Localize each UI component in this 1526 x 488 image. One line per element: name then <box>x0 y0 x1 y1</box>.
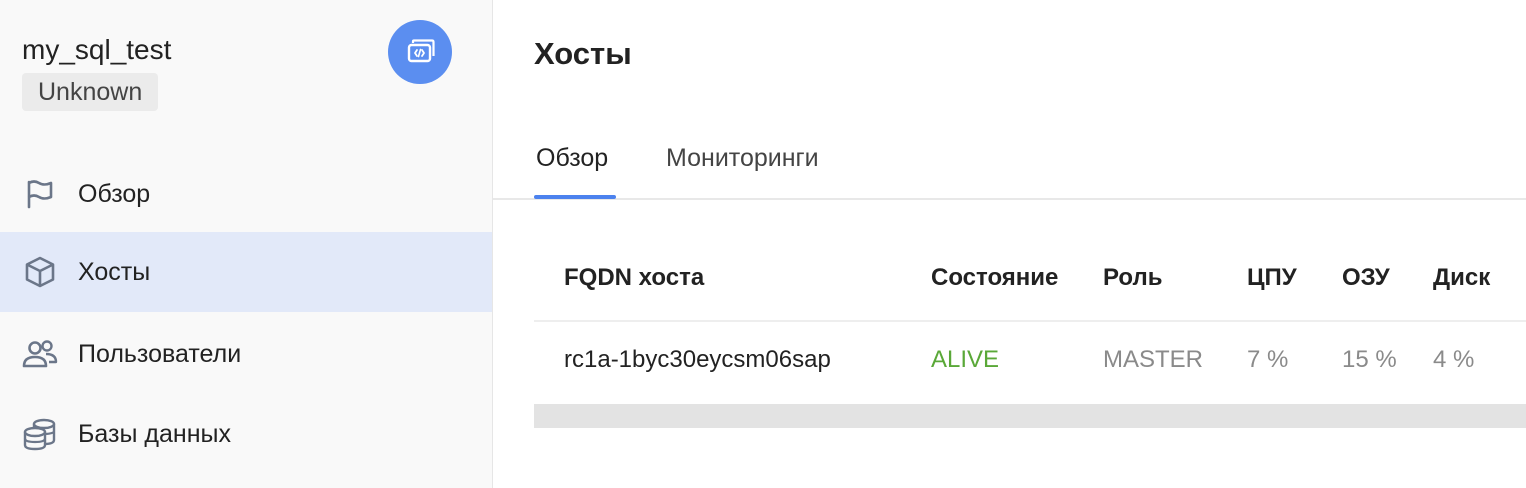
cell-ram: 15 % <box>1342 346 1397 373</box>
users-icon <box>22 336 58 372</box>
sidebar-item-label: Пользователи <box>78 339 242 368</box>
tab-overview[interactable]: Обзор <box>536 144 608 173</box>
code-button[interactable] <box>388 20 452 84</box>
page-title: Хосты <box>534 36 632 71</box>
cell-host-fqdn[interactable]: rc1a-1byc30eycsm06sap <box>564 346 831 374</box>
status-badge: Unknown <box>22 73 159 111</box>
sidebar: my_sql_test Unknown Обзор Хосты Пользова… <box>0 0 493 488</box>
active-tab-indicator <box>534 195 616 199</box>
column-header-role[interactable]: Роль <box>1103 264 1162 292</box>
sidebar-item-users[interactable]: Пользователи <box>0 314 492 394</box>
cube-icon <box>22 254 58 290</box>
column-header-cpu[interactable]: ЦПУ <box>1247 264 1297 292</box>
code-window-icon <box>407 39 435 63</box>
database-icon <box>22 416 58 452</box>
sidebar-item-label: Обзор <box>78 179 151 208</box>
sidebar-item-overview[interactable]: Обзор <box>0 154 492 234</box>
cell-cpu: 7 % <box>1247 346 1289 373</box>
cell-role: MASTER <box>1103 346 1204 373</box>
tabs-divider <box>493 198 1526 200</box>
cell-disk: 4 % <box>1433 346 1475 373</box>
cluster-name: my_sql_test <box>22 34 172 65</box>
table-divider <box>534 320 1526 322</box>
sidebar-item-label: Базы данных <box>78 419 231 448</box>
column-header-ram[interactable]: ОЗУ <box>1342 264 1390 292</box>
column-header-state[interactable]: Состояние <box>931 264 1058 292</box>
sidebar-item-label: Хосты <box>78 257 151 286</box>
flag-icon <box>22 176 58 212</box>
tab-monitoring[interactable]: Мониторинги <box>666 144 819 173</box>
cell-state: ALIVE <box>931 346 1000 373</box>
sidebar-item-hosts[interactable]: Хосты <box>0 232 492 312</box>
column-header-fqdn[interactable]: FQDN хоста <box>564 264 704 292</box>
sidebar-item-databases[interactable]: Базы данных <box>0 394 492 474</box>
column-header-disk[interactable]: Диск <box>1433 264 1490 292</box>
horizontal-scrollbar[interactable] <box>534 404 1526 428</box>
app-window: my_sql_test Unknown Обзор Хосты Пользова… <box>0 0 1526 488</box>
